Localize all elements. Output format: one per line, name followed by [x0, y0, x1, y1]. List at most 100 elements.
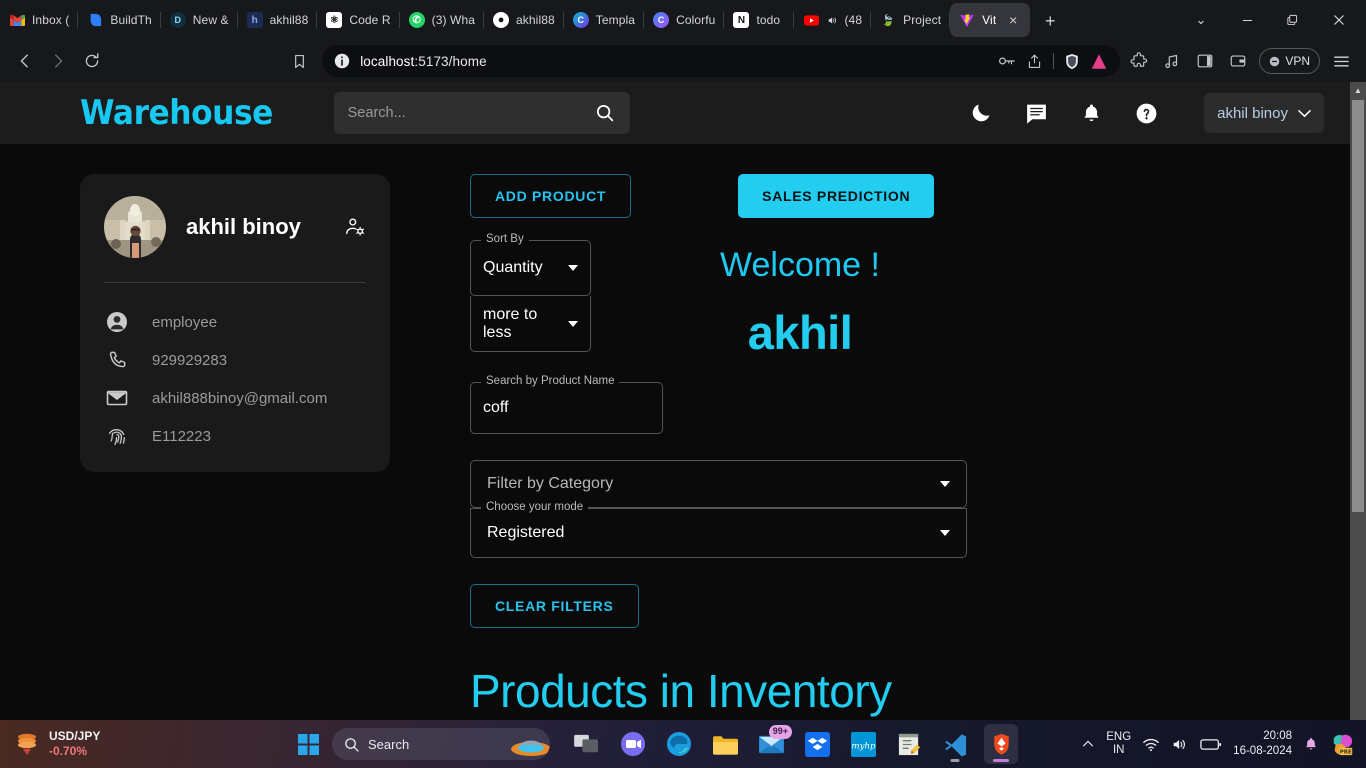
site-info-icon[interactable]: [334, 53, 350, 69]
manage-account-icon[interactable]: [344, 216, 366, 238]
windows-start-icon[interactable]: [290, 724, 326, 764]
sort-by-value: Quantity: [483, 259, 543, 276]
battery-icon[interactable]: [1200, 738, 1222, 751]
product-search-input[interactable]: Search by Product Name coff: [470, 375, 663, 434]
browser-tab[interactable]: BuildTh: [78, 3, 162, 37]
file-explorer-icon[interactable]: [708, 724, 742, 764]
profile-row-phone: 929929283: [104, 341, 366, 379]
window-close-button[interactable]: [1316, 0, 1362, 40]
sidebar-icon[interactable]: [1190, 46, 1220, 76]
taskbar-search-box[interactable]: Search: [332, 728, 550, 760]
browser-tab[interactable]: ✆ (3) Wha: [400, 3, 485, 37]
reload-icon[interactable]: [77, 46, 107, 76]
vscode-running-indicator: [950, 759, 960, 762]
browser-tab[interactable]: ⚛ Code R: [317, 3, 400, 37]
browser-tab[interactable]: ● akhil88: [484, 3, 564, 37]
add-product-button[interactable]: ADD PRODUCT: [470, 174, 632, 218]
chevron-up-icon[interactable]: [1081, 737, 1095, 751]
browser-tab[interactable]: (48: [794, 3, 871, 37]
vscode-icon[interactable]: [938, 724, 972, 764]
key-icon[interactable]: [998, 54, 1016, 68]
tab-search-button[interactable]: ⌄: [1178, 0, 1224, 40]
address-bar[interactable]: localhost:5173/home: [322, 45, 1121, 77]
products-section-title: Products in Inventory: [470, 665, 892, 717]
sort-order-select[interactable]: more to less: [470, 296, 591, 352]
forward-arrow-icon[interactable]: [44, 46, 74, 76]
wallet-icon[interactable]: [1223, 46, 1253, 76]
stock-widget[interactable]: USD/JPY -0.70%: [0, 729, 290, 759]
brave-running-indicator: [993, 759, 1009, 762]
share-icon[interactable]: [1026, 53, 1043, 70]
profile-row-email: akhil888binoy@gmail.com: [104, 379, 366, 417]
notification-bell-icon[interactable]: [1303, 736, 1319, 753]
search-icon[interactable]: [594, 102, 616, 124]
product-search-wrapper: Search by Product Name coff: [470, 375, 663, 434]
stock-down-icon: [14, 730, 40, 758]
browser-tab-active[interactable]: Vit ×: [950, 3, 1031, 37]
scroll-up-arrow-icon[interactable]: ▲: [1350, 82, 1366, 98]
back-arrow-icon[interactable]: [10, 46, 40, 76]
global-search-input[interactable]: Search...: [333, 92, 630, 134]
minimize-button[interactable]: [1224, 0, 1270, 40]
profile-id-text: E112223: [152, 427, 211, 445]
tab-title: Vit: [982, 13, 997, 27]
user-menu-button[interactable]: akhil binoy: [1204, 93, 1324, 133]
notion-icon: N: [733, 12, 750, 28]
dropbox-icon[interactable]: [800, 724, 834, 764]
browser-tab[interactable]: C Templa: [564, 3, 645, 37]
brave-triangle-icon[interactable]: [1090, 53, 1108, 70]
browser-tab[interactable]: h akhil88: [238, 3, 318, 37]
user-name: akhil binoy: [1217, 104, 1288, 122]
sort-by-select[interactable]: Sort By Quantity: [470, 233, 591, 296]
new-tab-button[interactable]: +: [1036, 7, 1064, 35]
mail-badge: 99+: [768, 725, 792, 739]
notepad-icon[interactable]: [892, 724, 926, 764]
address-host: localhost: [360, 53, 415, 69]
hamburger-icon[interactable]: [1326, 46, 1356, 76]
browser-tab[interactable]: N todo: [724, 3, 795, 37]
maximize-button[interactable]: [1270, 0, 1316, 40]
bell-icon[interactable]: [1080, 102, 1103, 125]
chat-icon[interactable]: [1024, 101, 1049, 126]
music-icon[interactable]: [1157, 46, 1187, 76]
browser-tab[interactable]: 🍃 Project: [871, 3, 951, 37]
brave-icon[interactable]: [984, 724, 1018, 764]
vpn-button[interactable]: VPN: [1259, 48, 1320, 74]
header-actions: akhil binoy: [969, 93, 1324, 133]
myhp-icon[interactable]: myhp: [846, 724, 880, 764]
puzzle-icon[interactable]: [1124, 46, 1154, 76]
chevron-down-icon: [940, 530, 950, 536]
chevron-down-icon: [940, 481, 950, 487]
wifi-icon[interactable]: [1142, 737, 1160, 752]
language-indicator[interactable]: ENG IN: [1106, 731, 1131, 757]
help-icon[interactable]: [1134, 101, 1159, 126]
edge-icon[interactable]: [662, 724, 696, 764]
clear-filters-button[interactable]: CLEAR FILTERS: [470, 584, 639, 628]
brave-shield-icon[interactable]: [1064, 53, 1080, 70]
meet-icon[interactable]: [616, 724, 650, 764]
tab-title: Project: [903, 13, 942, 27]
task-view-icon[interactable]: [570, 724, 604, 764]
volume-icon[interactable]: [1171, 737, 1189, 752]
search-icon: [344, 737, 359, 752]
sort-controls: Sort By Quantity more to less: [470, 233, 591, 352]
sort-by-legend: Sort By: [481, 233, 529, 245]
mail-icon[interactable]: 99+: [754, 724, 792, 764]
bookmark-icon[interactable]: [285, 46, 315, 76]
clock[interactable]: 20:08 16-08-2024: [1233, 729, 1292, 759]
vpn-label: VPN: [1285, 54, 1310, 68]
scrollbar-thumb[interactable]: [1352, 100, 1364, 512]
close-icon[interactable]: ×: [1005, 12, 1021, 28]
copilot-pre-icon[interactable]: PRE: [1330, 732, 1356, 756]
moon-icon[interactable]: [969, 101, 993, 125]
action-buttons: ADD PRODUCT SALES PREDICTION: [470, 174, 967, 218]
taskbar-apps: 99+ myhp: [570, 724, 1018, 764]
tab-audio-icon[interactable]: [826, 15, 837, 26]
browser-tab[interactable]: D New &: [161, 3, 238, 37]
tab-title: (48: [844, 13, 863, 27]
browser-tab[interactable]: C Colorfu: [644, 3, 725, 37]
page-scrollbar[interactable]: ▲ ▼: [1350, 82, 1366, 768]
browser-tab[interactable]: Inbox (: [0, 3, 79, 37]
sales-prediction-button[interactable]: SALES PREDICTION: [738, 174, 935, 218]
mode-select[interactable]: Choose your mode Registered: [470, 501, 967, 558]
